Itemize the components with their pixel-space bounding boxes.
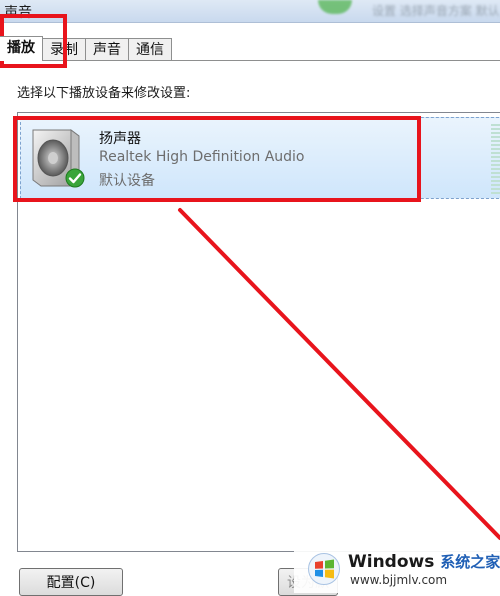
windows-logo-icon [308,553,340,585]
playback-device-list[interactable]: 扬声器 Realtek High Definition Audio 默认设备 [17,112,500,552]
configure-button[interactable]: 配置(C) [19,568,123,596]
tab-playback[interactable]: 播放 [0,36,43,61]
watermark-brand: Windows 系统之家 [348,551,500,572]
tab-recording[interactable]: 录制 [42,38,86,61]
watermark-brand-en: Windows [348,552,435,572]
blurred-app-icon [318,0,352,14]
tab-communications[interactable]: 通信 [128,38,172,61]
device-status: 默认设备 [99,173,155,189]
tab-sounds[interactable]: 声音 [85,38,129,61]
sound-dialog: 声音 设置 选择声音方案 默认 播放 录制 声音 通信 选择以下播放设备来修改设… [0,0,500,596]
device-name: 扬声器 [99,131,141,147]
title-bar: 声音 设置 选择声音方案 默认 [0,0,500,23]
tab-pane-divider [0,60,500,61]
watermark: Windows 系统之家 www.bjjmlv.com [294,543,500,593]
window-title: 声音 [4,5,32,21]
device-description: Realtek High Definition Audio [99,149,305,165]
blurred-title-text: 设置 选择声音方案 默认 [372,4,500,18]
default-check-icon [65,168,85,188]
volume-level-meter [491,124,500,194]
device-item-speakers[interactable]: 扬声器 Realtek High Definition Audio 默认设备 [20,117,500,199]
instruction-label: 选择以下播放设备来修改设置: [17,86,191,101]
watermark-url: www.bjjmlv.com [350,573,448,587]
tab-strip: 播放 录制 声音 通信 [0,36,172,61]
watermark-brand-cn: 系统之家 [440,553,500,571]
